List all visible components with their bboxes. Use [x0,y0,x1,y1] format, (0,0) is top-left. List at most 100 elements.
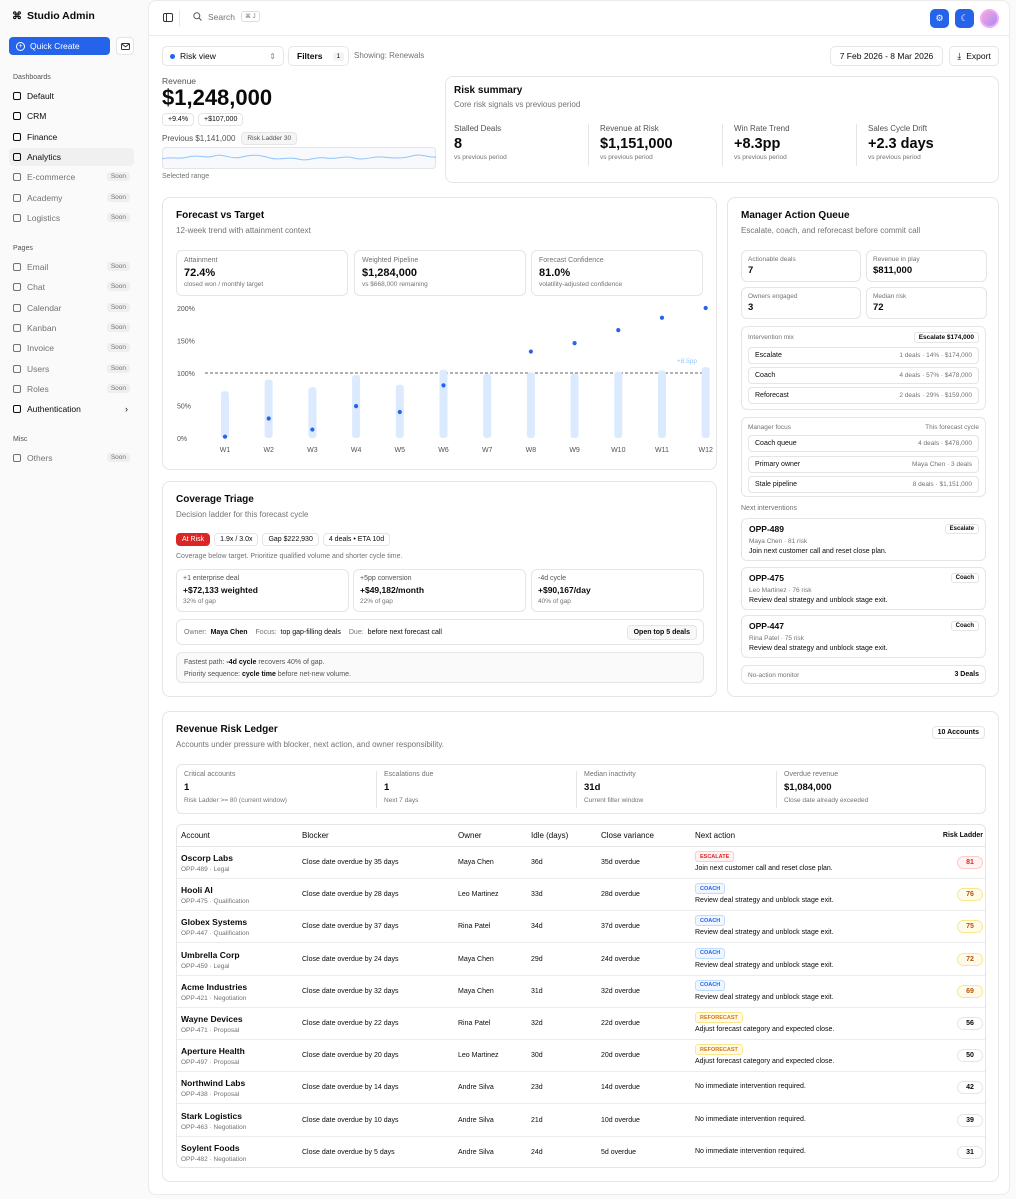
attainment-bar[interactable] [483,373,492,438]
sidebar-item-roles[interactable]: Roles Soon [9,380,134,398]
intervention-card[interactable]: OPP-475 Coach Leo Martinez · 76 risk Review… [741,566,986,610]
sidebar-item-crm[interactable]: CRM [9,107,134,125]
quick-create-button[interactable]: + Quick Create [9,37,110,55]
sidebar-item-analytics[interactable]: Analytics [9,147,134,166]
attainment-bar[interactable] [221,391,229,438]
sidebar-toggle-button[interactable] [163,13,173,24]
download-icon: ⤓ [957,50,962,61]
forecast-point[interactable] [310,427,315,432]
intervention-card[interactable]: OPP-489 Escalate Maya Chen · 81 risk Join n… [741,518,986,561]
view-select[interactable]: Risk view ⇕ [162,46,284,66]
soon-badge: Soon [106,363,130,373]
forecast-point[interactable] [397,409,402,415]
forecast-point[interactable] [616,328,621,333]
attainment-bar[interactable] [657,370,666,438]
intervention-id: OPP-475 [749,572,784,583]
column-header[interactable]: Close variance [601,831,654,840]
owner-cell: Rina Patel [458,923,491,931]
blocker-cell: Close date overdue by 20 days [302,1052,399,1060]
variance-cell: 37d overdue [601,923,640,931]
plus-circle-icon: + [16,41,25,51]
intervention-mix-label: Intervention mix [748,334,794,341]
table-row[interactable]: Umbrella Corp OPP-459 · Legal Close date o… [177,944,985,976]
forecast-point[interactable] [703,305,708,311]
sidebar-item-email[interactable]: Email Soon [9,258,134,276]
revenue-sparkline[interactable] [162,147,436,169]
forecast-point[interactable] [528,349,533,354]
sidebar-item-finance[interactable]: Finance [9,128,134,146]
focus-row[interactable]: Stale pipeline 8 deals · $1,151,000 [748,476,979,493]
sidebar-item-e-commerce[interactable]: E-commerce Soon [9,168,134,186]
sidebar-item-calendar[interactable]: Calendar Soon [9,299,134,317]
account-name: Umbrella Corp [181,949,240,960]
sidebar-item-kanban[interactable]: Kanban Soon [9,319,134,337]
owner-cell: Andre Silva [458,1148,494,1156]
inbox-button[interactable] [116,37,134,55]
forecast-chart[interactable]: 0% 50% 100% 150% 200% +8.5pp W1 W2 W3 W4 W5 W6 W7 W8 W… [163,302,716,462]
table-row[interactable]: Globex Systems OPP-447 · Qualification Clo… [177,911,985,944]
attainment-bar[interactable] [701,367,710,438]
export-button[interactable]: ⤓ Export [949,46,999,66]
mix-row[interactable]: Coach 4 deals · 57% · $478,000 [748,367,979,384]
sidebar-item-academy[interactable]: Academy Soon [9,189,134,207]
table-row[interactable]: Northwind Labs OPP-438 · Proposal Close da… [177,1072,985,1105]
forecast-point[interactable] [353,404,359,409]
attainment-bar[interactable] [570,373,579,438]
sidebar-item-authentication[interactable]: Authentication › [9,400,134,418]
variance-cell: 32d overdue [601,987,640,995]
soon-badge: Soon [106,192,130,202]
date-range-picker[interactable]: 7 Feb 2026 - 8 Mar 2026 [830,46,943,66]
table-row[interactable]: Hooli AI OPP-475 · Qualification Close dat… [177,879,985,912]
column-header[interactable]: Next action [695,831,735,840]
attainment-bar[interactable] [526,372,535,438]
column-header[interactable]: Account [181,831,210,840]
search-placeholder: Search [208,11,235,22]
forecast-subtitle: 12-week trend with attainment context [176,226,311,235]
lever-label: +5pp conversion [360,575,412,582]
column-header[interactable]: Owner [458,831,482,840]
settings-button[interactable]: ⚙ [930,9,949,28]
focus-label: Focus: [255,629,277,636]
filters-button[interactable]: Filters 1 [288,46,349,66]
filters-count-badge: 1 [332,51,345,61]
forecast-point[interactable] [222,434,228,439]
app-brand[interactable]: ⌘ Studio Admin [12,10,95,22]
attainment-bar[interactable] [614,371,623,438]
table-row[interactable]: Stark Logistics OPP-463 · Negotiation Clos… [177,1105,985,1137]
attainment-bar[interactable] [439,369,448,438]
forecast-point[interactable] [441,383,446,388]
account-name: Aperture Health [181,1046,245,1057]
column-header[interactable]: Risk Ladder [943,832,983,839]
focus-row[interactable]: Coach queue 4 deals · $478,000 [748,435,979,452]
table-row[interactable]: Aperture Health OPP-497 · Proposal Close d… [177,1040,985,1073]
sidebar-item-logistics[interactable]: Logistics Soon [9,209,134,227]
table-row[interactable]: Oscorp Labs OPP-489 · Legal Close date ove… [177,847,985,879]
forecast-point[interactable] [266,416,271,421]
sidebar-item-default[interactable]: Default [9,87,134,105]
table-row[interactable]: Acme Industries OPP-421 · Negotiation Clos… [177,976,985,1008]
open-top-deals-button[interactable]: Open top 5 deals [626,625,697,640]
risk-ladder-badge: 81 [957,856,983,869]
risk-metric: Stalled Deals 8 vs previous period [454,124,507,161]
table-row[interactable]: Wayne Devices OPP-471 · Proposal Close dat… [177,1008,985,1040]
forecast-kpi-note: closed won / monthly target [184,281,264,288]
column-header[interactable]: Blocker [302,831,329,840]
table-row[interactable]: Soylent Foods OPP-482 · Negotiation Close … [177,1137,985,1167]
forecast-point[interactable] [572,341,577,346]
sidebar-item-others[interactable]: Others Soon [9,449,134,467]
forecast-point[interactable] [659,315,665,320]
intervention-card[interactable]: OPP-447 Coach Rina Patel · 75 risk Review d… [741,615,986,658]
attainment-bar[interactable] [264,379,273,439]
sidebar-item-invoice[interactable]: Invoice Soon [9,339,134,357]
avatar[interactable] [980,9,999,28]
sidebar-item-chat[interactable]: Chat Soon [9,278,134,296]
theme-toggle-button[interactable]: ☾ [955,9,974,28]
no-action-monitor[interactable]: No-action monitor 3 Deals [741,665,986,684]
sidebar-item-users[interactable]: Users Soon [9,360,134,378]
mix-row[interactable]: Escalate 1 deals · 14% · $174,000 [748,347,979,364]
intervention-desc: Review deal strategy and unblock stage e… [749,596,888,604]
column-header[interactable]: Idle (days) [531,831,568,840]
search-input[interactable]: Search ⌘ J [193,11,260,22]
mix-row[interactable]: Reforecast 2 deals · 29% · $159,000 [748,387,979,404]
focus-row[interactable]: Primary owner Maya Chen · 3 deals [748,455,979,473]
